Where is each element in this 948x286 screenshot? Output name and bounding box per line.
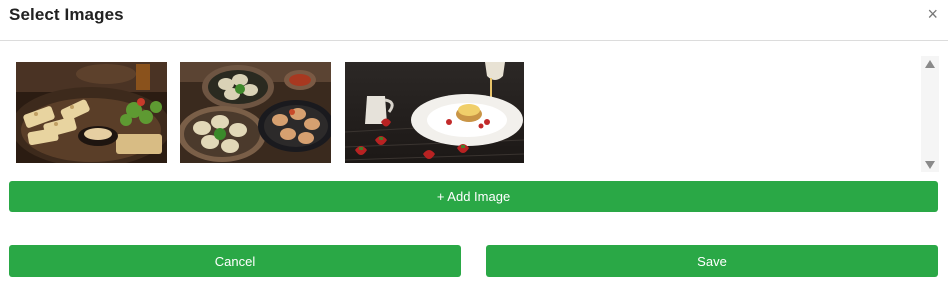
food-photo-dumplings (180, 62, 331, 163)
cancel-button[interactable]: Cancel (9, 245, 461, 277)
food-photo-bread-platter (16, 62, 167, 163)
image-thumbnail[interactable] (180, 62, 331, 163)
scroll-down-icon[interactable] (925, 161, 935, 169)
add-image-button[interactable]: + Add Image (9, 181, 938, 212)
dialog-header: Select Images × (0, 0, 948, 41)
save-button[interactable]: Save (486, 245, 938, 277)
scroll-up-icon[interactable] (925, 60, 935, 68)
image-thumbnail[interactable] (16, 62, 167, 163)
image-thumbnail[interactable] (345, 62, 524, 163)
image-gallery (8, 54, 922, 172)
gallery-scrollbar[interactable] (921, 56, 939, 172)
close-icon[interactable]: × (927, 4, 938, 24)
food-photo-dessert (345, 62, 524, 163)
dialog-title: Select Images (9, 5, 124, 24)
